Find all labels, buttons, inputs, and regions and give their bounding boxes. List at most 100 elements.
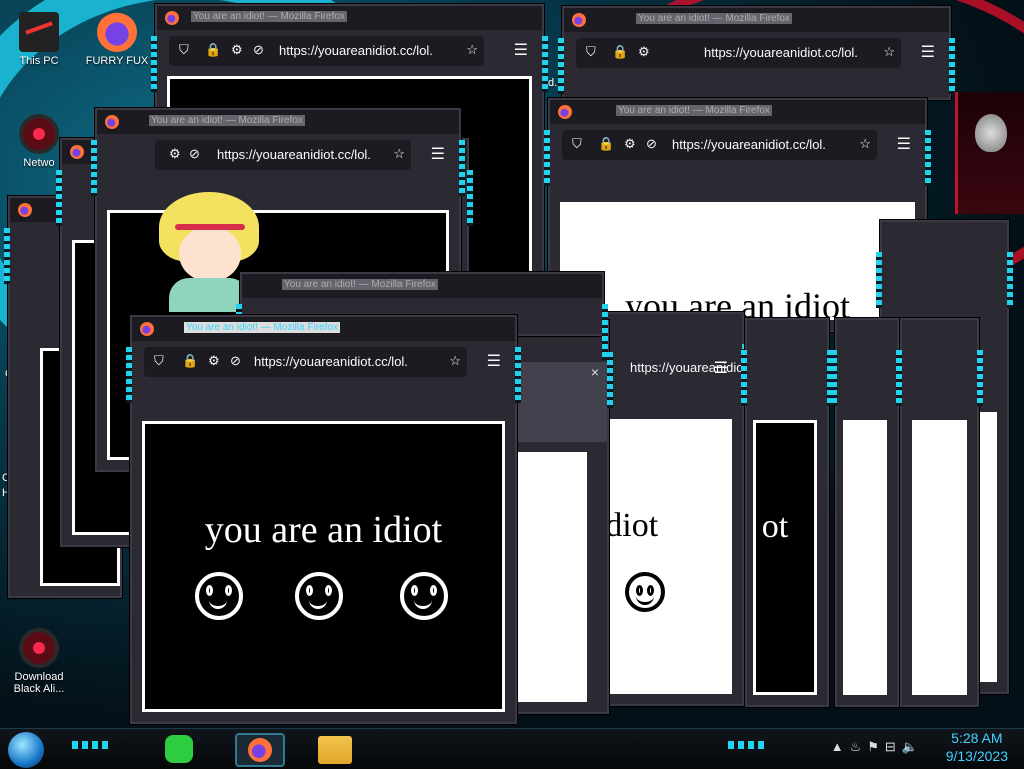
window-titlebar[interactable]: You are an idiot! — Mozilla Firefox (550, 100, 925, 124)
window-titlebar[interactable]: You are an idiot! — Mozilla Firefox (564, 8, 949, 32)
url-text: https://youareanidiot.cc/lol. (254, 354, 408, 369)
headline: idiot (602, 507, 659, 544)
smiley-face-icon (195, 572, 243, 620)
firefox-window-active[interactable]: You are an idiot! — Mozilla Firefox ⛉ 🔒 … (126, 315, 521, 724)
volume-icon[interactable]: 🔈 (902, 739, 924, 754)
browser-toolbar: ⛉ 🔒 ⚙ ⊘ https://youareanidiot.cc/lol. ☆ … (140, 345, 507, 379)
smiley-face-icon (625, 572, 665, 612)
page-content: ot (753, 420, 817, 695)
clock-time: 5:28 AM (951, 730, 1003, 746)
permissions-icon: ⚙ (638, 44, 650, 59)
smiley-face-icon (295, 572, 343, 620)
page-content (912, 420, 967, 695)
url-bar[interactable]: ⛉ 🔒 ⚙ ⊘ https://youareanidiot.cc/lol. ☆ (144, 347, 467, 377)
url-bar[interactable]: ⚙ ⊘ https://youareanidiot.cc/lol. ☆ (155, 140, 411, 170)
java-icon[interactable]: ♨ (850, 739, 868, 754)
window-title: You are an idiot! — Mozilla Firefox (191, 11, 347, 22)
taskbar-decoration (728, 741, 764, 749)
page-content: idiot (602, 419, 732, 694)
computer-icon (19, 12, 59, 52)
page-content (843, 420, 887, 695)
page-content: you are an idiot (142, 421, 505, 712)
url-text: https://youareanidiot.cc/lol. (217, 147, 371, 162)
tracking-protection-icon: ⊘ (189, 146, 200, 161)
menu-icon[interactable]: ☰ (514, 40, 528, 60)
partial-desktop-label: d. (548, 77, 558, 89)
bookmark-star-icon[interactable]: ☆ (883, 44, 895, 60)
window-titlebar[interactable]: You are an idiot! — Mozilla Firefox (242, 274, 602, 298)
desktop-icon-furry-fux[interactable]: FURRY FUX (82, 12, 152, 67)
tracking-protection-icon: ⊘ (253, 42, 264, 57)
firefox-window[interactable] (831, 318, 903, 707)
shield-icon: ⛉ (154, 353, 164, 368)
window-titlebar[interactable]: You are an idiot! — Mozilla Firefox (132, 317, 515, 341)
browser-toolbar: https://youareanidiot.cc/lol. ☰ (600, 342, 784, 378)
desktop-icon-label: This PC (19, 55, 59, 67)
url-text: https://youareanidiot.cc/lol. (704, 45, 858, 60)
firefox-icon (140, 322, 154, 336)
desktop-icon-download-black-ali[interactable]: Download Black Ali... (4, 628, 74, 695)
url-bar[interactable]: ⛉ 🔒 ⚙ ⊘ https://youareanidiot.cc/lol. ☆ (169, 36, 484, 66)
shield-icon: ⛉ (179, 42, 189, 57)
firefox-icon (105, 115, 119, 129)
firefox-window[interactable]: × ot (511, 320, 613, 714)
window-titlebar[interactable]: You are an idiot! — Mozilla Firefox (97, 110, 459, 134)
firefox-window[interactable]: You are an idiot! — Mozilla Firefox ⛉ 🔒 … (544, 98, 931, 332)
taskbar-decoration (72, 741, 108, 749)
window-titlebar[interactable]: You are an idiot! — Mozilla Firefox (157, 6, 542, 30)
bookmark-star-icon[interactable]: ☆ (449, 353, 461, 369)
notes-app-icon[interactable] (162, 733, 196, 765)
system-tray[interactable]: ▲♨⚑⊟🔈 (831, 739, 924, 755)
menu-icon[interactable]: ☰ (921, 42, 935, 62)
firefox-icon (97, 12, 137, 52)
browser-toolbar: ⛉ 🔒 ⚙ ⊘ https://youareanidiot.cc/lol. ☆ … (558, 128, 917, 162)
url-text: https://youareanidiot.cc/lol. (672, 137, 826, 152)
notification-bar: × (517, 362, 607, 442)
bookmark-star-icon[interactable]: ☆ (859, 136, 871, 152)
menu-icon[interactable]: ☰ (714, 358, 728, 378)
permissions-icon: ⚙ (231, 42, 243, 57)
clock-date: 9/13/2023 (945, 748, 1008, 764)
bookmark-star-icon[interactable]: ☆ (466, 42, 478, 58)
headline: ot (761, 508, 789, 545)
url-bar[interactable]: ⛉ 🔒 ⚙ ⊘ https://youareanidiot.cc/lol. ☆ (562, 130, 877, 160)
chevron-up-icon[interactable]: ▲ (831, 739, 850, 754)
file-explorer-icon[interactable] (318, 733, 352, 765)
lock-icon: 🔒 (612, 44, 629, 59)
flag-icon[interactable]: ⚑ (867, 739, 885, 754)
network-icon[interactable]: ⊟ (885, 739, 902, 754)
desktop-icon-label: Netwo (23, 157, 55, 169)
window-title: You are an idiot! — Mozilla Firefox (149, 115, 305, 126)
close-icon[interactable]: × (591, 364, 599, 380)
window-title: You are an idiot! — Mozilla Firefox (282, 279, 438, 290)
taskbar-clock[interactable]: 5:28 AM 9/13/2023 (946, 729, 1008, 765)
desktop-icon-this-pc[interactable]: This PC (4, 12, 74, 67)
browser-toolbar: ⛉ 🔒 ⚙ ⊘ https://youareanidiot.cc/lol. ☆ … (165, 34, 534, 68)
menu-icon[interactable]: ☰ (897, 134, 911, 154)
browser-toolbar: ⚙ ⊘ https://youareanidiot.cc/lol. ☆ ☰ (105, 138, 451, 172)
desktop-icon-label: FURRY FUX (85, 55, 149, 67)
firefox-icon (18, 203, 32, 217)
smiley-face-icon (400, 572, 448, 620)
browser-toolbar: ⛉ 🔒 ⚙ https://youareanidiot.cc/lol. ☆ ☰ (572, 36, 941, 70)
firefox-window[interactable] (896, 318, 983, 707)
taskbar: ▲♨⚑⊟🔈 5:28 AM 9/13/2023 (0, 728, 1024, 769)
firefox-window[interactable]: https://youareanidiot.cc/lol. ☰ idiot (586, 312, 784, 706)
shield-icon: ⛉ (572, 136, 582, 151)
menu-icon[interactable]: ☰ (487, 351, 501, 371)
bookmark-star-icon[interactable]: ☆ (393, 146, 405, 162)
permissions-icon: ⚙ (624, 136, 636, 151)
shield-icon: ⛉ (586, 44, 596, 59)
window-title: You are an idiot! — Mozilla Firefox (184, 322, 340, 333)
firefox-icon[interactable] (235, 733, 285, 767)
firefox-window[interactable]: You are an idiot! — Mozilla Firefox ⛉ 🔒 … (558, 6, 955, 100)
menu-icon[interactable]: ☰ (431, 144, 445, 164)
page-content: you are an idiot (560, 202, 915, 320)
firefox-window[interactable]: ot (741, 318, 833, 707)
start-button[interactable] (8, 732, 44, 768)
url-bar[interactable]: ⛉ 🔒 ⚙ https://youareanidiot.cc/lol. ☆ (576, 38, 901, 68)
permissions-icon: ⚙ (208, 353, 220, 368)
firefox-icon (572, 13, 586, 27)
headline: you are an idiot (204, 509, 443, 551)
alienware-icon (19, 114, 59, 154)
